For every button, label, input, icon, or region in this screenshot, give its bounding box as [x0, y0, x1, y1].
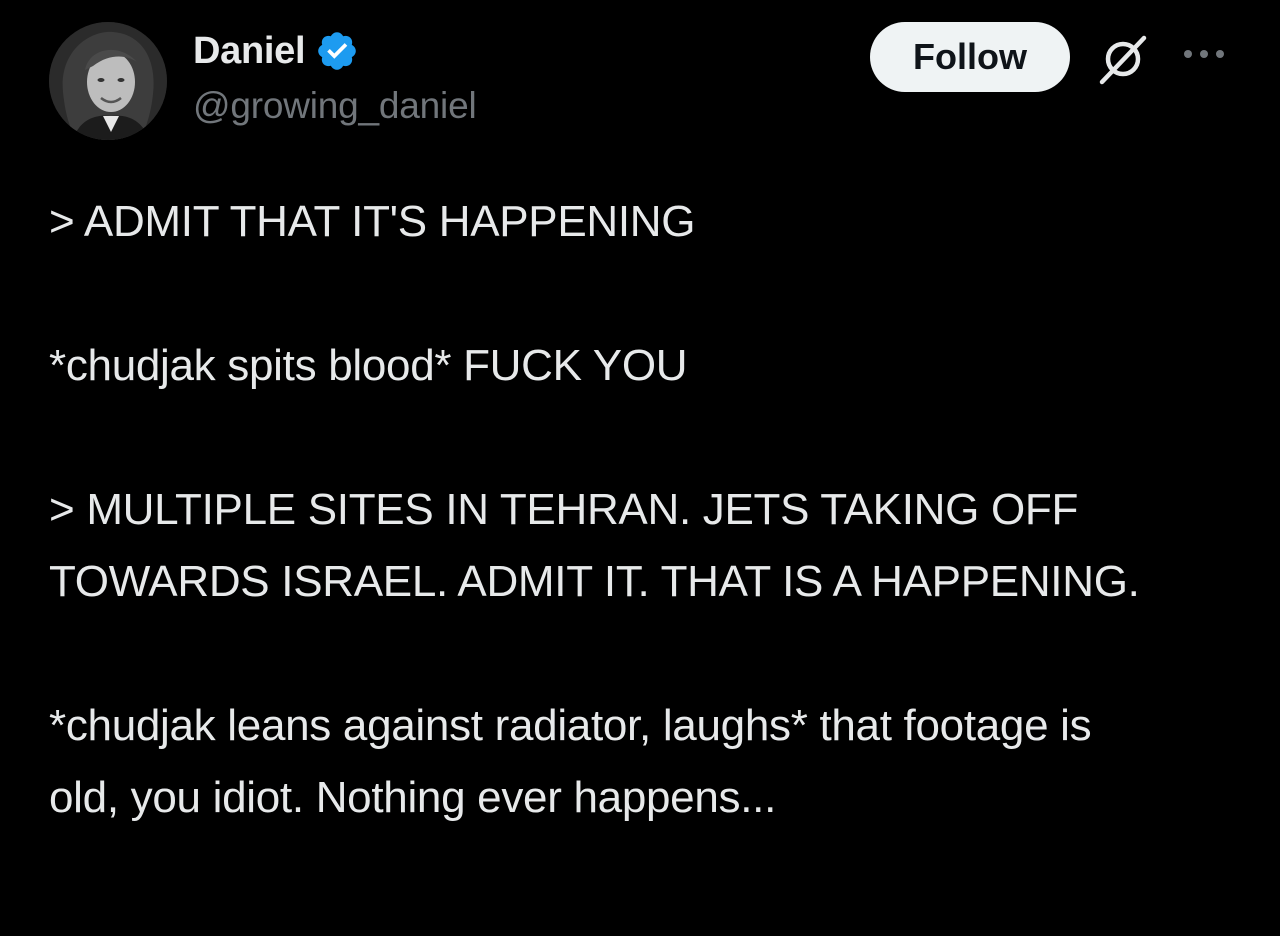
tweet-paragraph: > ADMIT THAT IT'S HAPPENING [49, 197, 696, 246]
avatar-portrait-icon [49, 22, 167, 140]
tweet-paragraph: > MULTIPLE SITES IN TEHRAN. JETS TAKING … [49, 485, 1140, 606]
author-name-row: Daniel [193, 26, 359, 76]
more-dots-icon[interactable] [1180, 44, 1228, 64]
avatar[interactable] [49, 22, 167, 140]
author-handle[interactable]: @growing_daniel [193, 85, 477, 127]
tweet-paragraph: *chudjak leans against radiator, laughs*… [49, 701, 1104, 822]
author-display-name[interactable]: Daniel [193, 30, 306, 73]
tweet-text: > ADMIT THAT IT'S HAPPENING *chudjak spi… [49, 186, 1239, 834]
tweet-paragraph: *chudjak spits blood* FUCK YOU [49, 341, 688, 390]
follow-button[interactable]: Follow [870, 22, 1070, 92]
grok-icon[interactable] [1094, 30, 1152, 88]
tweet-card: Daniel @growing_daniel Follow > ADMIT TH… [0, 0, 1280, 936]
verified-badge-icon [315, 29, 359, 73]
